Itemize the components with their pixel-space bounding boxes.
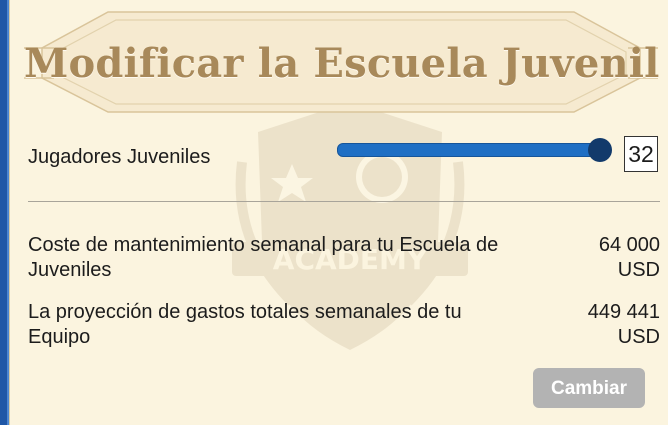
weekly-academy-cost-currency: USD (617, 259, 660, 281)
weekly-academy-cost-value: 64 000 USD (599, 233, 660, 283)
youth-players-slider-thumb[interactable] (588, 138, 612, 162)
projected-team-expenses-amount: 449 441 (587, 301, 660, 323)
divider (28, 201, 660, 202)
youth-players-label: Jugadores Juveniles (28, 146, 211, 168)
youth-academy-dialog: ACADEMY Modificar la Escuela Juvenil Jug… (9, 0, 668, 425)
title-banner: Modificar la Escuela Juvenil (24, 8, 660, 118)
window-edge (0, 0, 9, 425)
weekly-academy-cost-row: Coste de mantenimiento semanal para tu E… (28, 233, 660, 285)
youth-players-row: Jugadores Juveniles 32 (28, 134, 658, 178)
youth-players-input[interactable]: 32 (624, 136, 658, 172)
projected-team-expenses-row: La proyección de gastos totales semanale… (28, 300, 660, 352)
youth-players-slider-track[interactable] (337, 143, 601, 157)
weekly-academy-cost-amount: 64 000 (598, 234, 660, 256)
projected-team-expenses-value: 449 441 USD (588, 300, 660, 350)
change-button[interactable]: Cambiar (533, 368, 645, 408)
projected-team-expenses-currency: USD (617, 326, 660, 348)
weekly-academy-cost-label: Coste de mantenimiento semanal para tu E… (28, 234, 499, 281)
projected-team-expenses-label: La proyección de gastos totales semanale… (28, 301, 462, 348)
dialog-title: Modificar la Escuela Juvenil (24, 40, 660, 87)
